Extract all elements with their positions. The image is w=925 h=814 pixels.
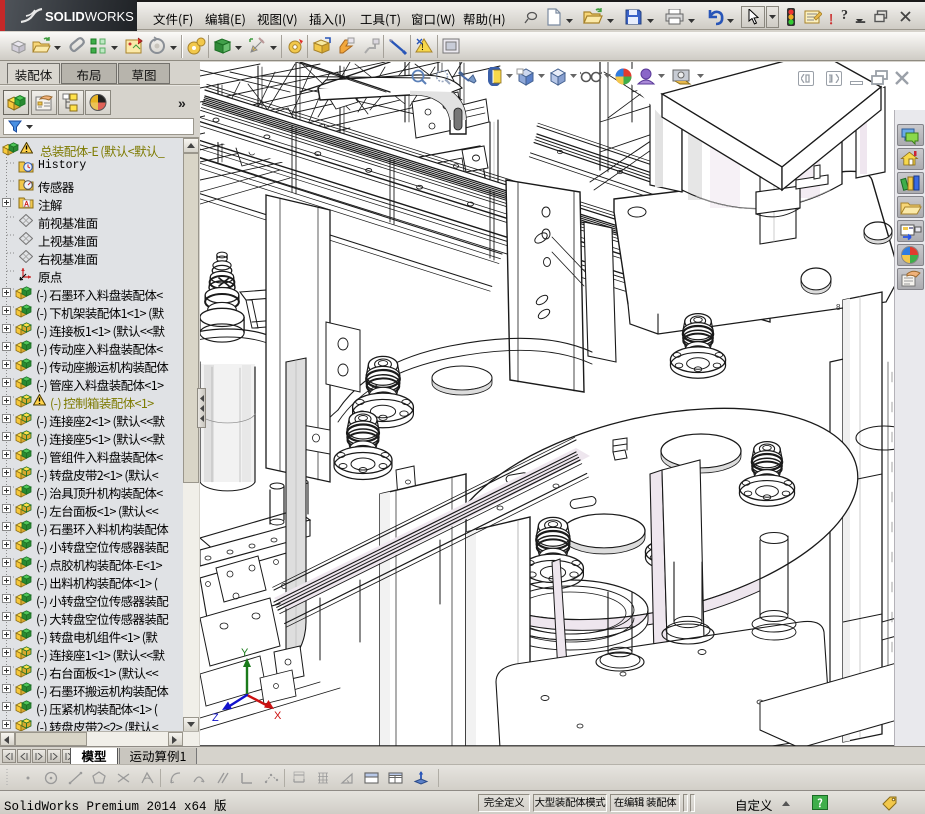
svg-text:Y: Y [241, 647, 249, 659]
svg-text:Z: Z [212, 712, 219, 724]
svg-text:!: ! [421, 40, 424, 53]
svg-text:8: 8 [836, 303, 841, 312]
svg-text:A: A [23, 199, 29, 210]
svg-text:X: X [274, 710, 282, 722]
